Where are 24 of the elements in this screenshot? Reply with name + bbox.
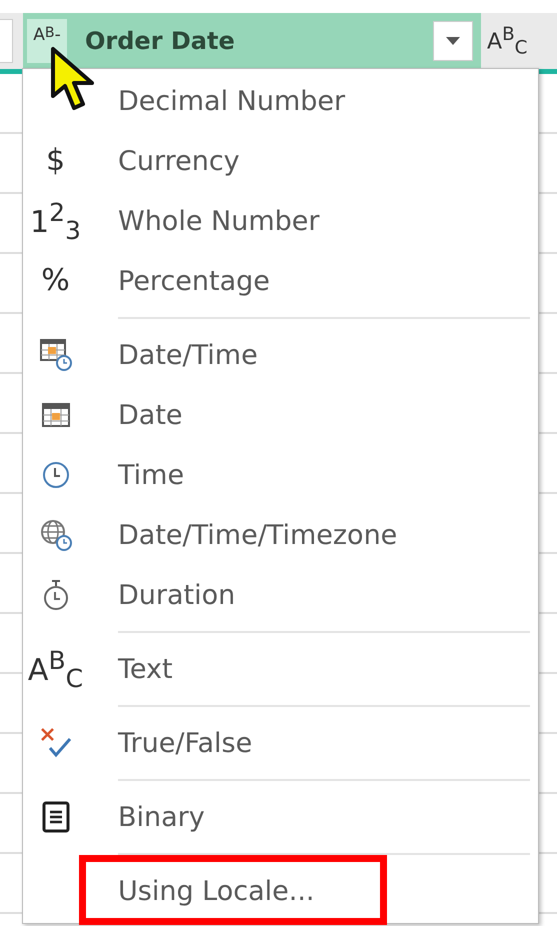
menu-item[interactable]: Date — [23, 385, 538, 445]
dropdown-button[interactable] — [433, 21, 473, 61]
column-header — [0, 19, 13, 63]
globe-clock-icon — [38, 518, 72, 552]
menu-item[interactable]: Date/Time/Timezone — [23, 505, 538, 565]
type-icon: % — [41, 266, 70, 296]
menu-item[interactable]: % Percentage — [23, 251, 538, 311]
column-header[interactable]: A$^{B}$- Order Date — [23, 13, 481, 69]
menu-item[interactable]: Duration — [23, 565, 538, 625]
column-title: Order Date — [85, 27, 236, 55]
caret-icon — [446, 37, 460, 45]
menu-item[interactable]: True/False — [23, 713, 538, 773]
menu-item[interactable]: Using Locale... — [23, 861, 538, 921]
menu-item[interactable]: Date/Time — [23, 325, 538, 385]
menu-item[interactable]: $ Currency — [23, 131, 538, 191]
document-icon — [42, 801, 70, 833]
type-icon: $ — [46, 146, 66, 176]
menu-item[interactable]: Time — [23, 445, 538, 505]
cross-check-icon — [40, 727, 72, 759]
calendar-icon — [40, 400, 70, 430]
menu-item[interactable]: Binary — [23, 787, 538, 847]
menu-item[interactable]: Decimal Number — [23, 71, 538, 131]
clock-icon — [40, 460, 70, 490]
calendar-clock-icon — [38, 338, 72, 372]
